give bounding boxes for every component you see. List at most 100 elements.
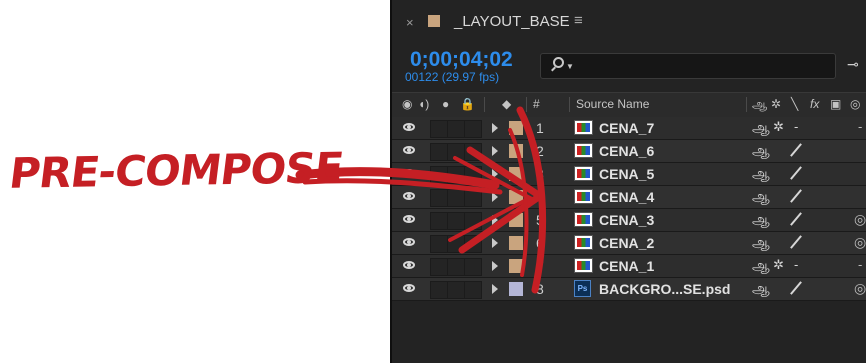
- layer-row[interactable]: 6 CENA_2 ஆ ◎: [392, 232, 866, 255]
- solo-dot-icon[interactable]: ●: [442, 97, 449, 111]
- label-color-swatch[interactable]: [509, 213, 523, 227]
- quality-switch-icon[interactable]: [790, 143, 802, 157]
- lock-toggle-cell[interactable]: [464, 166, 482, 184]
- visibility-eye-icon[interactable]: [403, 284, 415, 292]
- label-color-swatch[interactable]: [509, 282, 523, 296]
- twirl-down-triangle-icon[interactable]: [492, 146, 498, 156]
- fx-icon[interactable]: fx: [810, 97, 819, 111]
- audio-toggle-cell[interactable]: [430, 212, 448, 230]
- solo-toggle-cell[interactable]: [447, 120, 465, 138]
- visibility-eye-icon[interactable]: [403, 169, 415, 177]
- layer-name[interactable]: CENA_2: [599, 235, 654, 251]
- twirl-down-triangle-icon[interactable]: [492, 238, 498, 248]
- label-color-swatch[interactable]: [509, 236, 523, 250]
- lock-icon[interactable]: 🔒: [460, 97, 475, 111]
- layer-row[interactable]: 1 CENA_7 ஆ ✲ - -: [392, 117, 866, 140]
- twirl-down-triangle-icon[interactable]: [492, 123, 498, 133]
- motion-blur-icon[interactable]: ◎: [850, 97, 860, 111]
- twirl-down-triangle-icon[interactable]: [492, 261, 498, 271]
- tag-icon[interactable]: ◆: [502, 97, 511, 111]
- quality-switch-icon[interactable]: -: [794, 257, 798, 272]
- quality-switch-icon[interactable]: [790, 166, 802, 180]
- visibility-eye-icon[interactable]: [403, 123, 415, 131]
- shy-switch-icon[interactable]: ஆ: [752, 234, 770, 253]
- search-dropdown-caret-icon[interactable]: ▼: [566, 62, 574, 71]
- layer-name[interactable]: CENA_4: [599, 189, 654, 205]
- layer-name[interactable]: CENA_1: [599, 258, 654, 274]
- quality-switch-icon[interactable]: [790, 189, 802, 203]
- shy-switch-icon[interactable]: ஆ: [752, 188, 770, 207]
- motion-blur-switch-icon[interactable]: ◎: [854, 234, 866, 251]
- lock-toggle-cell[interactable]: [464, 120, 482, 138]
- motion-blur-switch-icon[interactable]: ◎: [854, 280, 866, 297]
- visibility-eye-icon[interactable]: [403, 215, 415, 223]
- twirl-down-triangle-icon[interactable]: [492, 169, 498, 179]
- visibility-eye-icon[interactable]: [403, 192, 415, 200]
- shy-switch-icon[interactable]: ஆ: [752, 211, 770, 230]
- audio-toggle-cell[interactable]: [430, 120, 448, 138]
- lock-toggle-cell[interactable]: [464, 281, 482, 299]
- audio-toggle-cell[interactable]: [430, 235, 448, 253]
- twirl-down-triangle-icon[interactable]: [492, 215, 498, 225]
- collapse-sun-icon[interactable]: ✲: [771, 97, 781, 111]
- composition-flowchart-icon[interactable]: ⊸: [847, 56, 859, 73]
- collapse-switch-icon[interactable]: ✲: [773, 119, 784, 135]
- solo-toggle-cell[interactable]: [447, 258, 465, 276]
- shy-switch-icon[interactable]: ஆ: [752, 257, 770, 276]
- shy-switch-icon[interactable]: ஆ: [752, 142, 770, 161]
- layer-row[interactable]: 2 CENA_6 ஆ: [392, 140, 866, 163]
- composition-tab-title[interactable]: _LAYOUT_BASE: [454, 13, 570, 30]
- layer-row[interactable]: 4 CENA_4 ஆ: [392, 186, 866, 209]
- audio-toggle-cell[interactable]: [430, 281, 448, 299]
- number-column-header[interactable]: #: [533, 97, 540, 111]
- shy-switch-icon[interactable]: ஆ: [752, 119, 770, 138]
- source-name-column-header[interactable]: Source Name: [576, 97, 649, 111]
- layer-row[interactable]: 3 CENA_5 ஆ: [392, 163, 866, 186]
- label-color-swatch[interactable]: [509, 144, 523, 158]
- layer-search-input[interactable]: ▼: [540, 53, 836, 79]
- layer-name[interactable]: CENA_6: [599, 143, 654, 159]
- layer-name[interactable]: CENA_3: [599, 212, 654, 228]
- label-color-swatch[interactable]: [509, 190, 523, 204]
- quality-switch-icon[interactable]: [790, 212, 802, 226]
- frame-blend-icon[interactable]: ▣: [830, 97, 841, 111]
- shy-switch-icon[interactable]: ஆ: [752, 280, 770, 299]
- layer-name[interactable]: BACKGRO...SE.psd: [599, 281, 730, 297]
- lock-toggle-cell[interactable]: [464, 143, 482, 161]
- collapse-switch-icon[interactable]: ✲: [773, 257, 784, 273]
- shy-icon[interactable]: ஆ: [752, 97, 767, 113]
- speaker-icon[interactable]: ◖): [418, 97, 429, 111]
- solo-toggle-cell[interactable]: [447, 281, 465, 299]
- panel-menu-icon[interactable]: ≡: [574, 12, 583, 29]
- eye-icon[interactable]: ◉: [402, 97, 412, 111]
- quality-switch-icon[interactable]: [790, 235, 802, 249]
- audio-toggle-cell[interactable]: [430, 143, 448, 161]
- lock-toggle-cell[interactable]: [464, 235, 482, 253]
- solo-toggle-cell[interactable]: [447, 143, 465, 161]
- audio-toggle-cell[interactable]: [430, 166, 448, 184]
- twirl-down-triangle-icon[interactable]: [492, 284, 498, 294]
- motion-blur-switch-icon[interactable]: ◎: [854, 211, 866, 228]
- solo-toggle-cell[interactable]: [447, 212, 465, 230]
- quality-switch-icon[interactable]: -: [794, 119, 798, 134]
- audio-toggle-cell[interactable]: [430, 258, 448, 276]
- quality-switch-icon[interactable]: [790, 281, 802, 295]
- current-time-display[interactable]: 0;00;04;02: [410, 48, 513, 72]
- twirl-down-triangle-icon[interactable]: [492, 192, 498, 202]
- label-color-swatch[interactable]: [509, 121, 523, 135]
- label-color-swatch[interactable]: [509, 167, 523, 181]
- motion-blur-switch-icon[interactable]: -: [858, 257, 862, 272]
- shy-switch-icon[interactable]: ஆ: [752, 165, 770, 184]
- audio-toggle-cell[interactable]: [430, 189, 448, 207]
- label-color-swatch[interactable]: [509, 259, 523, 273]
- quality-slash-icon[interactable]: ╲: [791, 97, 798, 111]
- layer-row[interactable]: 5 CENA_3 ஆ ◎: [392, 209, 866, 232]
- solo-toggle-cell[interactable]: [447, 235, 465, 253]
- layer-name[interactable]: CENA_7: [599, 120, 654, 136]
- solo-toggle-cell[interactable]: [447, 166, 465, 184]
- visibility-eye-icon[interactable]: [403, 238, 415, 246]
- lock-toggle-cell[interactable]: [464, 212, 482, 230]
- layer-name[interactable]: CENA_5: [599, 166, 654, 182]
- lock-toggle-cell[interactable]: [464, 258, 482, 276]
- visibility-eye-icon[interactable]: [403, 261, 415, 269]
